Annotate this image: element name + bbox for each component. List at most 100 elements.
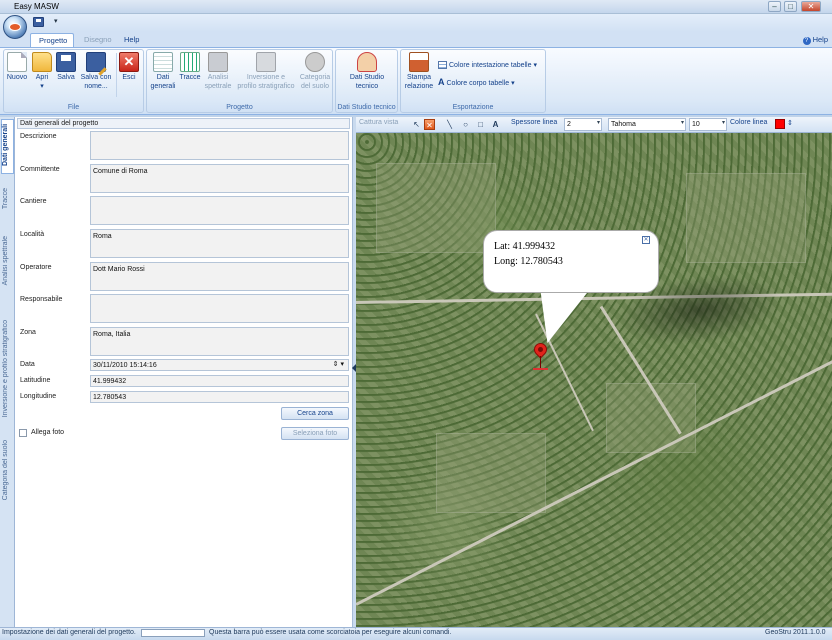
dropdown-arrow-icon: ▾: [596, 120, 600, 126]
minimize-button[interactable]: –: [768, 1, 781, 12]
esci-button[interactable]: ✕ Esci: [118, 52, 140, 83]
map-field: [376, 163, 496, 253]
vtab-tracce[interactable]: Tracce: [2, 188, 9, 209]
committente-field[interactable]: Comune di Roma: [90, 164, 349, 193]
seleziona-foto-button[interactable]: Seleziona foto: [281, 427, 349, 440]
dati-label-1: Dati: [156, 74, 170, 81]
pointer-icon[interactable]: ↖: [411, 119, 422, 130]
table-header-color-icon: [438, 61, 447, 70]
operatore-label: Operatore: [20, 264, 52, 271]
traces-icon: [180, 52, 200, 72]
apri-label: Apri: [35, 74, 49, 81]
analisi-spettrale-button[interactable]: Analisi spettrale: [204, 52, 232, 91]
vtab-categoria-suolo[interactable]: Categoria del suolo: [2, 440, 9, 500]
dati-studio-button[interactable]: Dati Studio tecnico: [340, 52, 394, 91]
window-title: Easy MASW: [14, 2, 59, 11]
cantiere-label: Cantiere: [20, 198, 47, 205]
inversione-label-2: profilo stratigrafico: [237, 82, 295, 90]
responsabile-label: Responsabile: [20, 296, 63, 303]
soil-category-icon: [305, 52, 325, 72]
ellipse-tool-icon[interactable]: ○: [460, 119, 471, 130]
inversione-label-1: Inversione e: [246, 74, 286, 81]
qat-dropdown-icon[interactable]: ▾: [54, 17, 58, 25]
cerca-zona-button[interactable]: Cerca zona: [281, 407, 349, 420]
allega-foto-checkbox[interactable]: [19, 429, 27, 437]
exit-icon: ✕: [119, 52, 139, 72]
zona-field[interactable]: Roma, Italia: [90, 327, 349, 356]
inversione-button[interactable]: Inversione e profilo stratigrafico: [234, 52, 298, 91]
eraser-icon[interactable]: ✕: [424, 119, 435, 130]
categoria-label-2: del suolo: [300, 82, 330, 90]
latitudine-field[interactable]: 41.999432: [90, 375, 349, 387]
status-text: Impostazione dei dati generali del proge…: [2, 629, 136, 636]
dati-generali-button[interactable]: Dati generali: [149, 52, 177, 91]
cantiere-field[interactable]: [90, 196, 349, 225]
app-logo-icon: [9, 23, 21, 31]
font-select[interactable]: Tahoma ▾: [608, 118, 686, 131]
apri-button[interactable]: Apri ▾: [31, 52, 53, 91]
colore-corpo-button[interactable]: A Colore corpo tabelle ▾: [438, 77, 515, 87]
text-tool-icon[interactable]: A: [490, 119, 501, 130]
progress-bar: [141, 629, 205, 637]
nuovo-label: Nuovo: [6, 74, 28, 81]
general-data-panel: [15, 117, 354, 627]
longitudine-field[interactable]: 12.780543: [90, 391, 349, 403]
tab-help[interactable]: Help: [116, 33, 147, 47]
colore-corpo-label: Colore corpo tabelle: [446, 80, 510, 87]
save-icon[interactable]: [33, 17, 44, 27]
tab-progetto[interactable]: Progetto: [30, 33, 74, 47]
close-button[interactable]: ✕: [801, 1, 821, 12]
vtab-inversione[interactable]: Inversione e profilo stratigrafico: [2, 320, 9, 417]
help-link[interactable]: ? Help: [802, 35, 828, 45]
line-tool-icon[interactable]: ╲: [444, 119, 455, 130]
vtab-analisi-spettrale[interactable]: Analisi spettrale: [2, 236, 9, 285]
bubble-close-icon[interactable]: ✕: [642, 236, 650, 244]
committente-label: Committente: [20, 166, 60, 173]
satellite-map[interactable]: [356, 133, 832, 627]
descrizione-field[interactable]: [90, 131, 349, 160]
date-spinner-icon[interactable]: ⇕ ▾: [333, 360, 344, 369]
marker-stem: [540, 356, 541, 368]
spessore-select[interactable]: 2 ▾: [564, 118, 602, 131]
localita-field[interactable]: Roma: [90, 229, 349, 258]
localita-label: Località: [20, 231, 45, 238]
new-document-icon: [7, 52, 27, 72]
apri-dropdown-icon: ▾: [40, 82, 44, 90]
maximize-button[interactable]: □: [784, 1, 797, 12]
stampa-relazione-button[interactable]: Stampa relazione: [403, 52, 435, 91]
print-report-icon: [409, 52, 429, 72]
categoria-label-1: Categoria: [299, 74, 331, 81]
open-folder-icon: [32, 52, 52, 72]
colore-intestazione-button[interactable]: Colore intestazione tabelle ▾: [438, 61, 537, 70]
panel-header: Dati generali del progetto: [17, 118, 350, 129]
categoria-suolo-button[interactable]: Categoria del suolo: [299, 52, 331, 91]
tracce-label: Tracce: [179, 74, 201, 81]
spessore-value: 2: [567, 121, 571, 128]
stampa-label-2: relazione: [404, 82, 434, 90]
group-file-label: File: [67, 104, 80, 111]
line-color-swatch[interactable]: [775, 119, 785, 129]
dropdown-arrow-icon: ▾: [721, 120, 725, 126]
font-size-select[interactable]: 10 ▾: [689, 118, 727, 131]
operatore-field[interactable]: Dott Mario Rossi: [90, 262, 349, 291]
tracce-button[interactable]: Tracce: [178, 52, 202, 83]
nuovo-button[interactable]: Nuovo: [5, 52, 29, 83]
descrizione-label: Descrizione: [20, 133, 57, 140]
tab-disegno[interactable]: Disegno: [76, 33, 120, 47]
cattura-vista-button[interactable]: Cattura vista: [359, 119, 398, 126]
analisi-label-1: Analisi: [207, 74, 229, 81]
salva-label: Salva: [57, 74, 75, 81]
color-dropdown-icon[interactable]: ⇕: [787, 119, 793, 127]
help-link-label: Help: [812, 35, 828, 44]
salva-con-nome-label-1: Salva con: [80, 74, 112, 81]
quick-access-toolbar: [0, 14, 832, 32]
esci-label: Esci: [122, 74, 136, 81]
salva-con-nome-button[interactable]: Salva con nome...: [79, 52, 113, 91]
app-menu-orb[interactable]: [3, 15, 27, 39]
salva-button[interactable]: Salva: [55, 52, 77, 83]
vtab-dati-generali[interactable]: Dati generali: [1, 119, 14, 174]
rectangle-tool-icon[interactable]: □: [475, 119, 486, 130]
title-bar: [0, 0, 832, 14]
data-field[interactable]: 30/11/2010 15:14:16 ⇕ ▾: [90, 359, 349, 371]
responsabile-field[interactable]: [90, 294, 349, 323]
